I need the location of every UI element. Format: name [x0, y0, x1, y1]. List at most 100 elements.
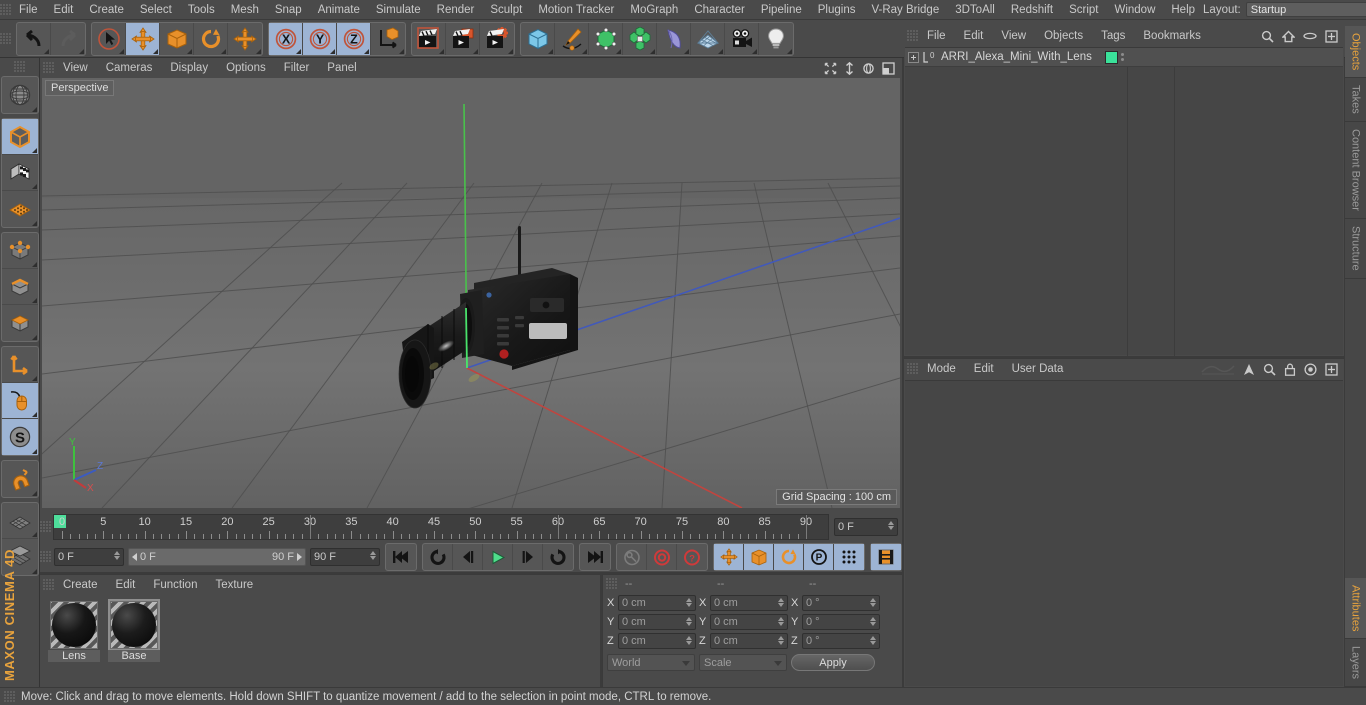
enable-axis-button[interactable] — [1, 347, 38, 383]
size-mode-dropdown[interactable]: Scale — [699, 654, 787, 671]
menu-redshift[interactable]: Redshift — [1003, 1, 1061, 19]
go-to-end-button[interactable] — [580, 544, 610, 570]
spinner-icon[interactable] — [686, 636, 692, 645]
playback-range-bar[interactable]: 0 F 90 F — [128, 548, 306, 566]
material-grip[interactable] — [43, 578, 54, 591]
menu-sculpt[interactable]: Sculpt — [482, 1, 530, 19]
coord-rotation-field[interactable]: 0 ° — [802, 595, 880, 611]
coord-rotation-field[interactable]: 0 ° — [802, 633, 880, 649]
texture-mode-button[interactable] — [1, 155, 38, 191]
right-tab-attributes[interactable]: Attributes — [1345, 577, 1366, 639]
uv-mesh-mode-button[interactable] — [2, 191, 38, 227]
add-camera-button[interactable] — [725, 22, 759, 55]
object-manager-menu-file[interactable]: File — [918, 28, 955, 44]
move-tool-button[interactable] — [126, 22, 160, 55]
material-menu-texture[interactable]: Texture — [206, 577, 262, 593]
menu-animate[interactable]: Animate — [310, 1, 368, 19]
add-deformer-button[interactable] — [657, 22, 691, 55]
add-modeling-object-button[interactable] — [623, 22, 657, 55]
viewport-menu-cameras[interactable]: Cameras — [97, 60, 162, 76]
object-row[interactable]: 0 ARRI_Alexa_Mini_With_Lens — [905, 48, 1343, 67]
menu-edit[interactable]: Edit — [46, 1, 82, 19]
ellipse-icon[interactable] — [1303, 31, 1317, 41]
object-tag-cell[interactable] — [1105, 50, 1165, 64]
menu-script[interactable]: Script — [1061, 1, 1106, 19]
attributes-menu-mode[interactable]: Mode — [918, 361, 965, 377]
lock-z-axis-button[interactable]: Z — [337, 22, 371, 55]
coordinates-grip[interactable] — [606, 578, 617, 590]
attributes-menu-user-data[interactable]: User Data — [1003, 361, 1073, 377]
menu-snap[interactable]: Snap — [267, 1, 310, 19]
object-manager-menu-view[interactable]: View — [992, 28, 1035, 44]
coord-rotation-field[interactable]: 0 ° — [802, 614, 880, 630]
lock-icon[interactable] — [1284, 363, 1296, 376]
object-manager-menu-objects[interactable]: Objects — [1035, 28, 1092, 44]
record-position-button[interactable] — [714, 544, 744, 570]
spinner-icon[interactable] — [778, 598, 784, 607]
menubar-grip[interactable] — [0, 3, 11, 16]
menu-v-ray-bridge[interactable]: V-Ray Bridge — [863, 1, 947, 19]
viewport-menu-view[interactable]: View — [54, 60, 97, 76]
menu-character[interactable]: Character — [686, 1, 753, 19]
viewport-canvas[interactable]: Perspective Y Z X Grid Spacing : 100 cm — [42, 78, 900, 508]
dolly-icon[interactable] — [844, 61, 855, 75]
previous-frame-button[interactable] — [453, 544, 483, 570]
viewport-menu-panel[interactable]: Panel — [318, 60, 365, 76]
spinner-icon[interactable] — [888, 521, 894, 530]
menu-pipeline[interactable]: Pipeline — [753, 1, 810, 19]
live-selection-button[interactable] — [92, 22, 126, 55]
range-left-arrow-icon[interactable] — [132, 553, 137, 561]
home-icon[interactable] — [1282, 30, 1295, 43]
menu-3dtoall[interactable]: 3DToAll — [947, 1, 1003, 19]
maximize-icon[interactable] — [882, 61, 895, 75]
arrow-up-icon[interactable] — [1243, 363, 1255, 376]
material-thumbnail[interactable] — [50, 601, 98, 649]
add-cube-button[interactable] — [521, 22, 555, 55]
viewport-menu-display[interactable]: Display — [161, 60, 217, 76]
render-settings-button[interactable] — [480, 23, 514, 55]
target-icon[interactable] — [1304, 362, 1317, 376]
playback-current-frame-field[interactable]: 0 F — [54, 548, 124, 566]
menu-tools[interactable]: Tools — [180, 1, 223, 19]
spinner-icon[interactable] — [778, 617, 784, 626]
record-active-objects-button[interactable] — [647, 544, 677, 570]
toolbar-grip[interactable] — [0, 32, 11, 45]
range-right-arrow-icon[interactable] — [297, 553, 302, 561]
timeline-ruler[interactable]: 051015202530354045505560657075808590 — [53, 514, 829, 540]
material-thumbnail[interactable] — [108, 599, 160, 651]
object-manager-grip[interactable] — [907, 30, 918, 42]
play-button[interactable] — [483, 544, 513, 570]
spinner-icon[interactable] — [114, 551, 120, 560]
coord-size-field[interactable]: 0 cm — [710, 633, 788, 649]
menu-mograph[interactable]: MoGraph — [622, 1, 686, 19]
spinner-icon[interactable] — [778, 636, 784, 645]
magnet-tool-button[interactable] — [2, 461, 38, 497]
add-scene-object-button[interactable] — [691, 22, 725, 55]
spinner-icon[interactable] — [686, 617, 692, 626]
material-item[interactable]: Base — [108, 599, 160, 662]
material-tag-icon[interactable] — [1105, 50, 1118, 64]
coord-system-dropdown[interactable]: World — [607, 654, 695, 671]
play-forward-loop-button[interactable] — [543, 544, 573, 570]
snap-settings-button[interactable]: S — [1, 419, 38, 455]
menu-create[interactable]: Create — [81, 1, 132, 19]
right-tab-layers[interactable]: Layers — [1345, 638, 1366, 687]
object-manager-menu-tags[interactable]: Tags — [1092, 28, 1134, 44]
viewport-menu-filter[interactable]: Filter — [275, 60, 319, 76]
menu-simulate[interactable]: Simulate — [368, 1, 429, 19]
layout-select[interactable]: Startup — [1245, 2, 1366, 17]
dynamic-place-button[interactable] — [228, 23, 262, 55]
object-manager-menu-edit[interactable]: Edit — [955, 28, 993, 44]
render-to-picture-viewer-button[interactable] — [446, 22, 480, 55]
plus-box-icon[interactable] — [1325, 362, 1338, 376]
expand-toggle-icon[interactable] — [908, 51, 919, 63]
workplane-button[interactable] — [1, 503, 38, 539]
apply-button[interactable]: Apply — [791, 654, 875, 671]
playback-grip[interactable] — [40, 551, 51, 563]
record-rotation-button[interactable] — [774, 544, 804, 570]
polygons-mode-button[interactable] — [2, 305, 38, 341]
spinner-icon[interactable] — [686, 598, 692, 607]
points-mode-button[interactable] — [1, 233, 38, 269]
spinner-icon[interactable] — [870, 636, 876, 645]
viewport-solo-button[interactable] — [1, 383, 38, 419]
